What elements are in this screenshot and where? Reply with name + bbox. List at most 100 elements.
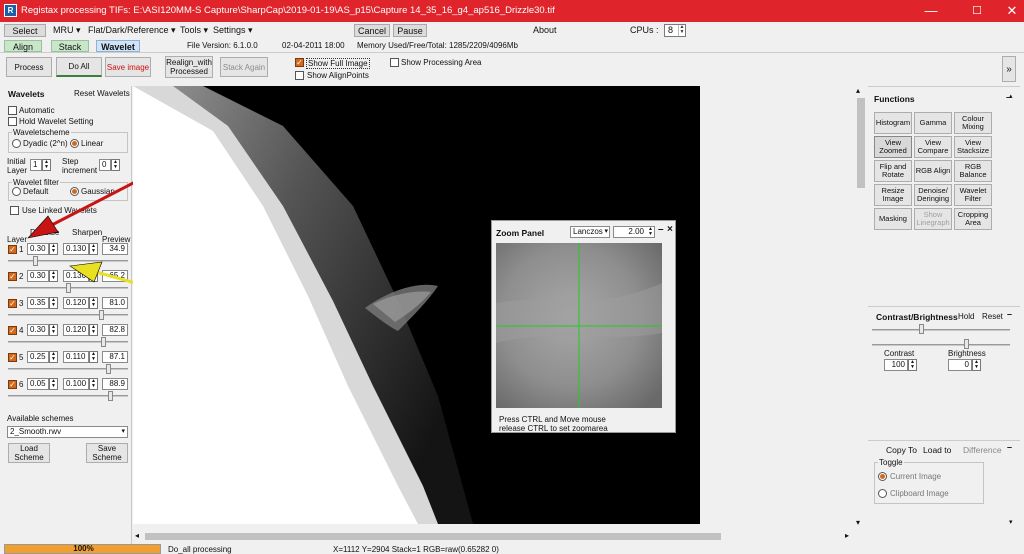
scroll-thumb[interactable] (145, 533, 721, 540)
function-rgb-align-button[interactable]: RGB Align (914, 160, 952, 182)
spinner-arrows-icon[interactable]: ▲ ▼ (42, 159, 51, 171)
linked-wavelets-checkbox[interactable] (10, 206, 19, 215)
brightness-slider-track[interactable] (872, 344, 1010, 346)
function-gamma-button[interactable]: Gamma (914, 112, 952, 134)
layer-enable-checkbox[interactable] (8, 353, 17, 362)
linear-radio[interactable] (70, 139, 79, 148)
spinner-arrows-icon[interactable]: ▲ ▼ (972, 359, 981, 371)
layer-denoise-value[interactable]: 0.35 (27, 297, 49, 309)
copy-to-label[interactable]: Copy To (886, 445, 917, 455)
spinner-arrows-icon[interactable]: ▲ ▼ (89, 297, 98, 309)
function-colour-mixing-button[interactable]: Colour Mixing (954, 112, 992, 134)
realign-button[interactable]: Realign_with Processed (165, 56, 213, 78)
process-button[interactable]: Process (6, 57, 52, 77)
select-button[interactable]: Select (4, 24, 46, 37)
layer-enable-checkbox[interactable] (8, 272, 17, 281)
layer-denoise-value[interactable]: 0.30 (27, 324, 49, 336)
layer-enable-checkbox[interactable] (8, 380, 17, 389)
layer-denoise-value[interactable]: 0.30 (27, 243, 49, 255)
function-masking-button[interactable]: Masking (874, 208, 912, 230)
function-view-stacksize-button[interactable]: View Stacksize (954, 136, 992, 158)
function-rgb-balance-button[interactable]: RGB Balance (954, 160, 992, 182)
default-radio[interactable] (12, 187, 21, 196)
spinner-arrows-icon[interactable]: ▲ ▼ (89, 270, 98, 282)
step-increment-value[interactable]: 0 (99, 159, 111, 171)
contrast-reset-link[interactable]: Reset (982, 312, 1003, 321)
spinner-arrows-icon[interactable]: ▲ ▼ (89, 351, 98, 363)
layer-slider-thumb[interactable] (101, 337, 106, 347)
menu-about[interactable]: About (530, 24, 560, 37)
reset-wavelets-link[interactable]: Reset Wavelets (74, 89, 130, 98)
layer-slider-track[interactable] (8, 314, 128, 316)
cancel-button[interactable]: Cancel (354, 24, 390, 37)
tab-align[interactable]: Align (4, 40, 42, 52)
brightness-slider-thumb[interactable] (964, 339, 969, 349)
spinner-arrows-icon[interactable]: ▲ ▼ (49, 324, 58, 336)
layer-enable-checkbox[interactable] (8, 326, 17, 335)
layer-slider-thumb[interactable] (99, 310, 104, 320)
layer-denoise-value[interactable]: 0.05 (27, 378, 49, 390)
function-flip-and-rotate-button[interactable]: Flip and Rotate (874, 160, 912, 182)
layer-denoise-value[interactable]: 0.30 (27, 270, 49, 282)
show-alignpoints-checkbox[interactable] (295, 71, 304, 80)
layer-sharpen-value[interactable]: 0.130 (63, 270, 89, 282)
function-cropping-area-button[interactable]: Cropping Area (954, 208, 992, 230)
menu-settings[interactable]: Settings ▾ (210, 24, 256, 37)
layer-slider-thumb[interactable] (33, 256, 38, 266)
load-scheme-button[interactable]: Load Scheme (8, 443, 50, 463)
expand-button[interactable]: » (1002, 56, 1016, 82)
do-all-button[interactable]: Do All (56, 57, 102, 77)
collapse-icon[interactable]: – (1007, 309, 1012, 319)
contrast-slider-track[interactable] (872, 329, 1010, 331)
spinner-arrows-icon[interactable]: ▲ ▼ (89, 243, 98, 255)
spinner-arrows-icon[interactable]: ▲ ▼ (111, 159, 120, 171)
save-scheme-button[interactable]: Save Scheme (86, 443, 128, 463)
vertical-scrollbar[interactable]: ▴ ▾ (855, 86, 867, 530)
layer-sharpen-value[interactable]: 0.100 (63, 378, 89, 390)
layer-sharpen-value[interactable]: 0.110 (63, 351, 89, 363)
collapse-icon[interactable]: – (1007, 442, 1012, 452)
chevron-up-icon[interactable]: ▴ (1009, 92, 1013, 100)
layer-enable-checkbox[interactable] (8, 299, 17, 308)
clipboard-image-radio[interactable] (878, 489, 887, 498)
chevron-up-icon[interactable]: ▴ (856, 86, 860, 95)
pause-button[interactable]: Pause (393, 24, 427, 37)
layer-enable-checkbox[interactable] (8, 245, 17, 254)
spinner-arrows-icon[interactable]: ▲ ▼ (648, 227, 653, 237)
current-image-radio[interactable] (878, 472, 887, 481)
spinner-arrows-icon[interactable]: ▲ ▼ (89, 378, 98, 390)
load-to-label[interactable]: Load to (923, 445, 951, 455)
initial-layer-value[interactable]: 1 (30, 159, 42, 171)
layer-slider-track[interactable] (8, 260, 128, 262)
gaussian-radio[interactable] (70, 187, 79, 196)
function-view-zoomed-button[interactable]: View Zoomed (874, 136, 912, 158)
spinner-arrows-icon[interactable]: ▲ ▼ (49, 270, 58, 282)
spinner-arrows-icon[interactable]: ▲ ▼ (49, 351, 58, 363)
show-full-image-checkbox[interactable] (295, 58, 304, 67)
layer-sharpen-value[interactable]: 0.130 (63, 243, 89, 255)
function-denoise-deringing-button[interactable]: Denoise/ Deringing (914, 184, 952, 206)
zoom-minimize-button[interactable]: – (658, 224, 664, 235)
automatic-checkbox[interactable] (8, 106, 17, 115)
layer-sharpen-value[interactable]: 0.120 (63, 297, 89, 309)
horizontal-scrollbar[interactable]: ◂ ▸ (133, 530, 855, 543)
menu-flat-dark-reference[interactable]: Flat/Dark/Reference ▾ (85, 24, 179, 37)
layer-slider-thumb[interactable] (106, 364, 111, 374)
dyadic-radio[interactable] (12, 139, 21, 148)
tab-wavelet[interactable]: Wavelet (96, 40, 140, 52)
menu-tools[interactable]: Tools ▾ (177, 24, 211, 37)
layer-slider-track[interactable] (8, 341, 128, 343)
zoom-close-button[interactable]: × (667, 224, 673, 235)
contrast-slider-thumb[interactable] (919, 324, 924, 334)
tab-stack[interactable]: Stack (51, 40, 89, 52)
chevron-down-icon[interactable]: ▾ (1009, 518, 1013, 526)
menu-mru[interactable]: MRU ▾ (50, 24, 84, 37)
spinner-arrows-icon[interactable]: ▲ ▼ (49, 243, 58, 255)
chevron-left-icon[interactable]: ◂ (135, 531, 139, 540)
scheme-select[interactable]: 2_Smooth.rwv ▾ (7, 426, 128, 438)
layer-sharpen-value[interactable]: 0.120 (63, 324, 89, 336)
layer-denoise-value[interactable]: 0.25 (27, 351, 49, 363)
function-resize-image-button[interactable]: Resize Image (874, 184, 912, 206)
function-wavelet-filter-button[interactable]: Wavelet Filter (954, 184, 992, 206)
layer-slider-thumb[interactable] (108, 391, 113, 401)
